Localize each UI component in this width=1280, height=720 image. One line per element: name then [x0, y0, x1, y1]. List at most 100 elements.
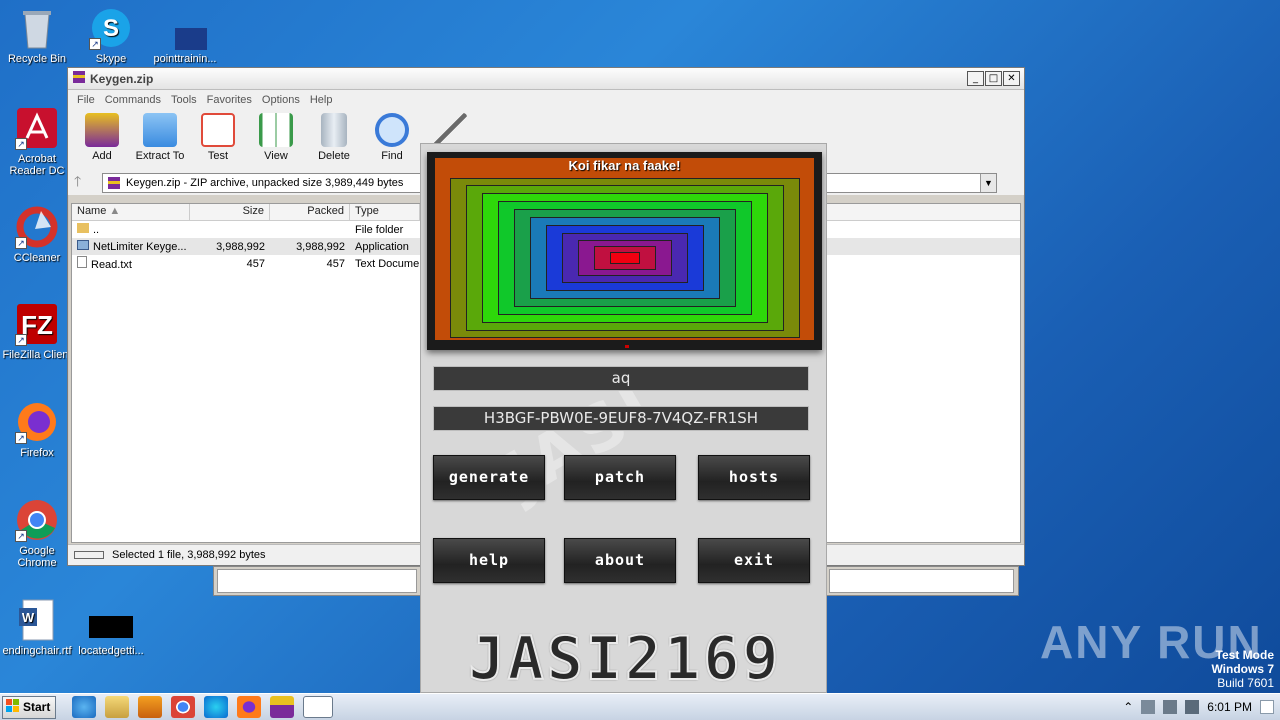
taskbar: Start ⌃ 6:01 PM	[0, 693, 1280, 720]
row-name: ..	[93, 224, 100, 236]
tool-label: View	[264, 150, 288, 162]
row-type: File folder	[355, 223, 404, 236]
tool-label: Add	[92, 150, 112, 162]
brand-logo: JASI2169	[468, 623, 782, 693]
desktop-icon-acrobat[interactable]: ↗ Acrobat Reader DC	[0, 106, 74, 177]
wand-icon	[433, 113, 467, 147]
ie-icon[interactable]	[72, 696, 96, 718]
hosts-button[interactable]: Hosts	[698, 455, 810, 500]
add-archive-icon	[85, 113, 119, 147]
view-button[interactable]: View	[248, 113, 304, 162]
windows-logo-icon	[6, 698, 20, 716]
checklist-icon	[201, 113, 235, 147]
edge-icon[interactable]	[204, 696, 228, 718]
background-field	[829, 569, 1014, 593]
patch-button[interactable]: Patch	[564, 455, 676, 500]
banner-text: Koi fikar na faake!	[568, 158, 681, 173]
column-type[interactable]: Type	[350, 204, 420, 220]
svg-text:W: W	[22, 610, 35, 625]
find-button[interactable]: Find	[364, 113, 420, 162]
menu-favorites[interactable]: Favorites	[202, 94, 257, 106]
desktop-icon-label: Google Chrome	[17, 545, 57, 569]
winrar-titlebar[interactable]: Keygen.zip _ □ ✕	[68, 68, 1024, 90]
recycle-bin-icon	[15, 6, 59, 50]
desktop-icon-label: Skype	[95, 53, 127, 65]
start-button[interactable]: Start	[2, 695, 56, 719]
help-button[interactable]: Help	[433, 538, 545, 583]
desktop-icon-firefox[interactable]: ↗ Firefox	[0, 400, 74, 459]
clock[interactable]: 6:01 PM	[1207, 700, 1252, 714]
desktop-icon-recycle-bin[interactable]: Recycle Bin	[0, 6, 74, 65]
about-button[interactable]: About	[564, 538, 676, 583]
tool-label: Delete	[318, 150, 350, 162]
book-icon	[259, 113, 293, 147]
row-size: 3,988,992	[216, 240, 265, 253]
generate-button[interactable]: Generate	[433, 455, 545, 500]
menu-help[interactable]: Help	[305, 94, 338, 106]
power-icon[interactable]	[1185, 700, 1200, 714]
desktop-icon-filezilla[interactable]: FZ ↗ FileZilla Client	[0, 302, 74, 361]
column-name[interactable]: Name ▲	[72, 204, 190, 220]
chrome-icon: ↗	[15, 498, 59, 542]
row-packed: 3,988,992	[296, 240, 345, 253]
shortcut-arrow-icon: ↗	[15, 237, 27, 249]
tool-label: Extract To	[135, 150, 185, 162]
test-button[interactable]: Test	[190, 113, 246, 162]
start-label: Start	[23, 700, 51, 714]
tv-banner: Koi fikar na faake!	[427, 152, 822, 350]
winrar-taskbar-icon[interactable]	[270, 696, 294, 718]
test-mode-line: Build 7601	[1217, 676, 1274, 690]
serial-output[interactable]: H3BGF-PBW0E-9EUF8-7V4QZ-FR1SH	[433, 406, 809, 431]
up-arrow-icon[interactable]: 🡑	[74, 171, 102, 195]
close-button[interactable]: ✕	[1003, 71, 1020, 86]
desktop-icon-chrome[interactable]: ↗ Google Chrome	[0, 498, 74, 569]
ccleaner-icon: ↗	[15, 205, 59, 249]
magnifier-icon	[375, 113, 409, 147]
desktop-icon-skype[interactable]: S ↗ Skype	[74, 6, 148, 65]
tv-screen: Koi fikar na faake!	[435, 158, 814, 340]
row-type: Text Docume	[355, 257, 420, 270]
desktop-icon-locatedgetting[interactable]: locatedgetti...	[74, 598, 148, 657]
chevron-up-icon[interactable]: ⌃	[1123, 700, 1133, 714]
add-button[interactable]: Add	[74, 113, 130, 162]
column-size[interactable]: Size	[190, 204, 270, 220]
tv-power-led	[624, 345, 629, 348]
minimize-button[interactable]: _	[967, 71, 984, 86]
menu-options[interactable]: Options	[257, 94, 305, 106]
menu-file[interactable]: File	[72, 94, 100, 106]
shortcut-arrow-icon: ↗	[15, 530, 27, 542]
firefox-taskbar-icon[interactable]	[237, 696, 261, 718]
svg-text:S: S	[103, 15, 119, 42]
drive-icon	[74, 551, 104, 559]
acrobat-icon: ↗	[15, 106, 59, 150]
test-mode-line: Test Mode	[1215, 648, 1274, 662]
folder-icon	[143, 113, 177, 147]
desktop-icon-pointtraining[interactable]: pointtrainin...	[148, 6, 223, 65]
exit-button[interactable]: Exit	[698, 538, 810, 583]
desktop-icon-endingchair[interactable]: W endingchair.rtf	[0, 598, 74, 657]
column-packed[interactable]: Packed	[270, 204, 350, 220]
row-packed: 457	[326, 257, 345, 270]
test-mode-notice: Test Mode Windows 7 Build 7601	[1211, 648, 1274, 690]
menu-commands[interactable]: Commands	[100, 94, 166, 106]
volume-icon[interactable]	[1163, 700, 1178, 714]
extract-to-button[interactable]: Extract To	[132, 113, 188, 162]
tool-label: Find	[381, 150, 403, 162]
maximize-button[interactable]: □	[985, 71, 1002, 86]
media-player-icon[interactable]	[138, 696, 162, 718]
row-type: Application	[355, 240, 409, 253]
banner-rect	[609, 252, 640, 265]
keygen-taskbar-icon[interactable]	[303, 696, 333, 718]
desktop-icon-label: Acrobat Reader DC	[9, 153, 65, 177]
shortcut-arrow-icon: ↗	[89, 38, 101, 50]
flag-icon[interactable]	[1260, 700, 1274, 714]
shortcut-arrow-icon: ↗	[15, 432, 27, 444]
name-input[interactable]: aq	[433, 366, 809, 391]
network-icon[interactable]	[1141, 700, 1156, 714]
chevron-down-icon[interactable]: ▼	[980, 174, 996, 192]
menu-tools[interactable]: Tools	[166, 94, 202, 106]
desktop-icon-ccleaner[interactable]: ↗ CCleaner	[0, 205, 74, 264]
explorer-icon[interactable]	[105, 696, 129, 718]
delete-button[interactable]: Delete	[306, 113, 362, 162]
chrome-taskbar-icon[interactable]	[171, 696, 195, 718]
